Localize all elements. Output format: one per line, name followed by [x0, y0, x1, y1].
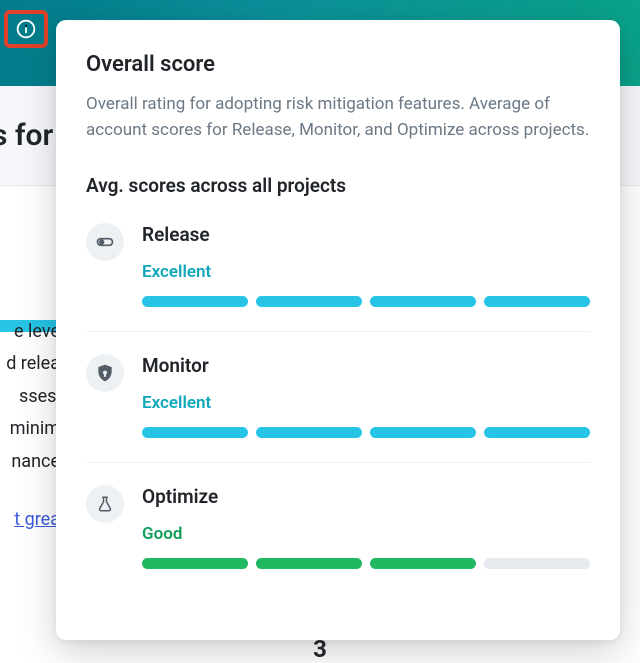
- metric-rating: Good: [142, 524, 590, 544]
- score-segment: [142, 427, 248, 438]
- metric-row-monitor: Monitor Excellent: [86, 354, 590, 463]
- popover-description: Overall rating for adopting risk mitigat…: [86, 91, 590, 144]
- toggle-icon: [86, 223, 124, 261]
- bg-line: nance: [0, 446, 60, 478]
- metric-row-release: Release Excellent: [86, 223, 590, 332]
- metric-name: Optimize: [142, 485, 590, 508]
- info-icon-highlight[interactable]: [4, 10, 48, 48]
- score-segment: [256, 427, 362, 438]
- score-segment: [256, 558, 362, 569]
- score-segment: [370, 296, 476, 307]
- score-segment: [256, 296, 362, 307]
- score-segment: [142, 296, 248, 307]
- metric-row-optimize: Optimize Good: [86, 485, 590, 569]
- bg-line: e leve: [0, 316, 60, 348]
- score-segment: [142, 558, 248, 569]
- background-text: e leve d relea sses, minim nance t grea: [0, 186, 60, 536]
- metric-body: Release Excellent: [142, 223, 590, 307]
- bg-line: minim: [0, 413, 60, 445]
- footer-number: 3: [0, 635, 640, 663]
- popover-subtitle: Avg. scores across all projects: [86, 174, 590, 197]
- background-link[interactable]: t grea: [14, 509, 60, 530]
- shield-icon: [86, 354, 124, 392]
- overall-score-popover: Overall score Overall rating for adoptin…: [56, 20, 620, 640]
- score-segment: [484, 558, 590, 569]
- metrics-list: Release Excellent Monitor Excellent Optimize…: [86, 223, 590, 569]
- page-title-fragment: s for: [0, 118, 53, 153]
- popover-title: Overall score: [86, 52, 590, 77]
- bg-line: sses,: [0, 381, 60, 413]
- score-segment: [370, 558, 476, 569]
- metric-rating: Excellent: [142, 393, 590, 413]
- score-segment: [484, 296, 590, 307]
- metric-rating: Excellent: [142, 262, 590, 282]
- beaker-icon: [86, 485, 124, 523]
- metric-body: Optimize Good: [142, 485, 590, 569]
- metric-body: Monitor Excellent: [142, 354, 590, 438]
- score-bar: [142, 296, 590, 307]
- score-bar: [142, 427, 590, 438]
- bg-line: d relea: [0, 348, 60, 380]
- score-segment: [484, 427, 590, 438]
- info-icon: [16, 19, 36, 39]
- score-segment: [370, 427, 476, 438]
- metric-name: Monitor: [142, 354, 590, 377]
- score-bar: [142, 558, 590, 569]
- metric-name: Release: [142, 223, 590, 246]
